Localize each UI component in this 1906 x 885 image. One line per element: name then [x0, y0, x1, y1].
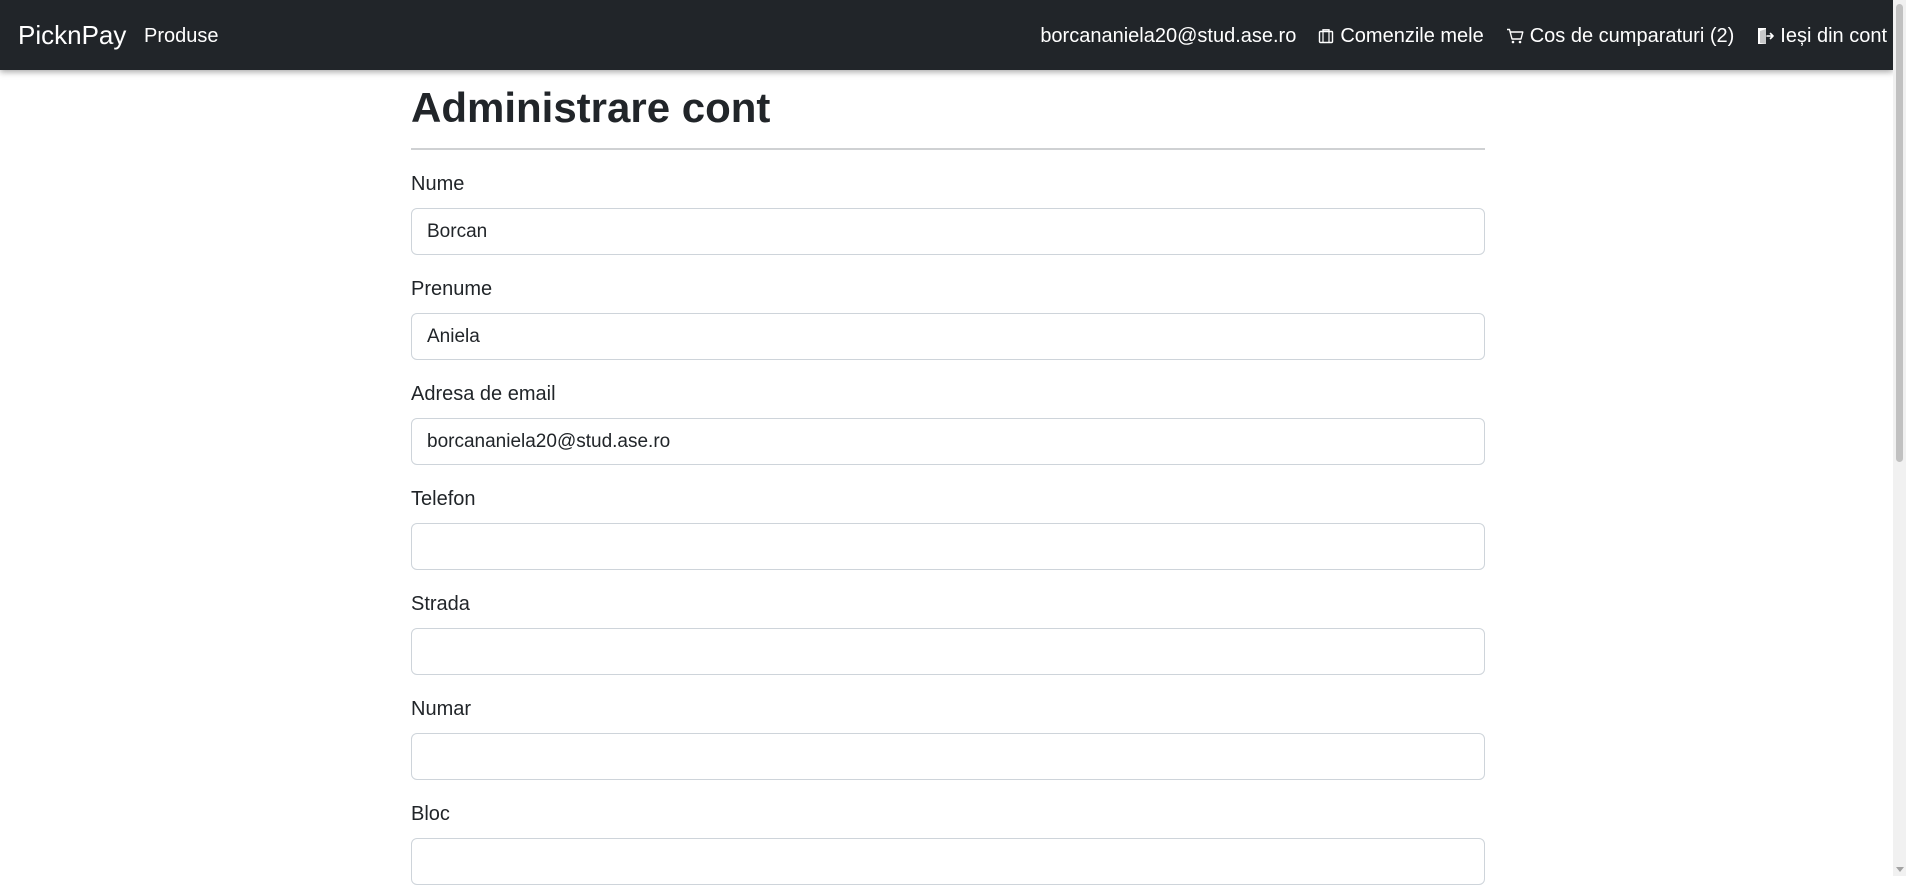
orders-icon	[1318, 28, 1334, 44]
input-email[interactable]	[411, 418, 1485, 465]
form-group-telefon: Telefon	[411, 487, 1485, 570]
label-prenume: Prenume	[411, 278, 493, 300]
brand-logo[interactable]: PicknPay	[18, 20, 126, 50]
logout-icon	[1756, 27, 1775, 45]
page-title: Administrare cont	[411, 84, 771, 131]
form-group-email: Adresa de email	[411, 382, 1485, 465]
form-group-nume: Nume	[411, 172, 1485, 255]
input-numar[interactable]	[411, 733, 1485, 780]
nav-link-orders-label: Comenzile mele	[1340, 25, 1484, 47]
nav-link-produse[interactable]: Produse	[144, 24, 219, 48]
form-group-bloc: Bloc	[411, 802, 1485, 885]
top-navbar: PicknPay Produse borcananiela20@stud.ase…	[0, 0, 1893, 70]
title-divider	[411, 148, 1485, 150]
account-admin-container: Administrare cont Nume Prenume Adresa de…	[411, 70, 1485, 885]
label-email: Adresa de email	[411, 383, 556, 405]
nav-user-email-label: borcananiela20@stud.ase.ro	[1040, 25, 1297, 47]
input-prenume[interactable]	[411, 313, 1485, 360]
nav-user-email[interactable]: borcananiela20@stud.ase.ro	[1040, 24, 1296, 48]
input-telefon[interactable]	[411, 523, 1485, 570]
nav-right-group: borcananiela20@stud.ase.ro Comenzile mel…	[1040, 22, 1887, 50]
scrollbar-thumb[interactable]	[1896, 4, 1903, 462]
cart-icon	[1506, 28, 1524, 44]
form-group-prenume: Prenume	[411, 277, 1485, 360]
input-nume[interactable]	[411, 208, 1485, 255]
label-numar: Numar	[411, 698, 472, 720]
input-bloc[interactable]	[411, 838, 1485, 885]
form-group-strada: Strada	[411, 592, 1485, 675]
nav-link-cart-label: Cos de cumparaturi (2)	[1529, 25, 1735, 47]
account-form: Nume Prenume Adresa de email Telefon Str…	[411, 172, 1485, 885]
scroll-down-arrow-icon[interactable]	[1896, 867, 1904, 872]
page-scrollbar[interactable]	[1893, 0, 1906, 876]
input-strada[interactable]	[411, 628, 1485, 675]
label-telefon: Telefon	[411, 488, 476, 510]
nav-link-orders[interactable]: Comenzile mele	[1318, 24, 1484, 48]
nav-link-cart[interactable]: Cos de cumparaturi (2)	[1506, 24, 1735, 48]
nav-link-logout[interactable]: Ieși din cont	[1756, 24, 1887, 48]
label-strada: Strada	[411, 593, 470, 615]
nav-link-logout-label: Ieși din cont	[1780, 25, 1887, 47]
label-nume: Nume	[411, 173, 465, 195]
form-group-numar: Numar	[411, 697, 1485, 780]
label-bloc: Bloc	[411, 803, 450, 825]
